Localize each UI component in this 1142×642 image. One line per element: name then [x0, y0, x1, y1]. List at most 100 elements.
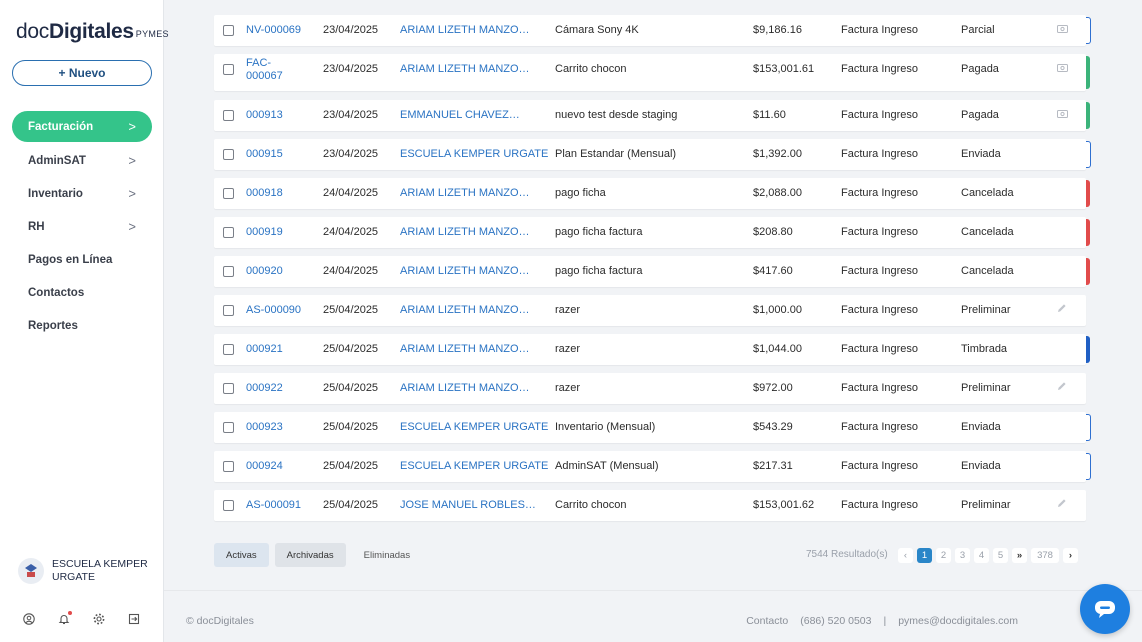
row-client-link[interactable]: ARIAM LIZETH MANZO… [400, 256, 530, 287]
row-type: Factura Ingreso [841, 24, 919, 36]
row-folio-link[interactable]: AS-000091 [246, 490, 301, 521]
row-folio-link[interactable]: NV-000069 [246, 15, 301, 46]
row-concept: pago ficha factura [555, 265, 643, 277]
row-client-link[interactable]: EMMANUEL CHAVEZ… [400, 100, 520, 131]
sidebar-item-adminsat[interactable]: AdminSAT > [12, 144, 152, 177]
pagination-prev[interactable]: ‹ [898, 548, 913, 563]
money-icon[interactable] [1057, 100, 1068, 131]
pagination-jump[interactable]: » [1012, 548, 1027, 563]
sidebar-item-reportes[interactable]: Reportes [12, 309, 152, 342]
pencil-icon[interactable] [1057, 373, 1067, 404]
row-client-link[interactable]: ESCUELA KEMPER URGATE [400, 451, 548, 482]
status-indicator-bar [1086, 336, 1090, 363]
organization-switcher[interactable]: ESCUELA KEMPER URGATE [18, 558, 152, 584]
row-client-link[interactable]: ESCUELA KEMPER URGATE [400, 412, 548, 443]
row-checkbox[interactable] [223, 383, 234, 394]
row-concept: Cámara Sony 4K [555, 24, 639, 36]
tab-activas[interactable]: Activas [214, 543, 269, 567]
row-amount: $1,392.00 [753, 148, 802, 160]
table-row[interactable]: 000923 25/04/2025 ESCUELA KEMPER URGATE Inv… [214, 412, 1091, 443]
sidebar-item-contactos[interactable]: Contactos [12, 276, 152, 309]
pagination-page-2[interactable]: 2 [936, 548, 951, 563]
invoice-list: NV-000069 23/04/2025 ARIAM LIZETH MANZO… Cá… [164, 0, 1142, 590]
sidebar-item-facturacion[interactable]: Facturación > [12, 111, 152, 142]
pagination-page-5[interactable]: 5 [993, 548, 1008, 563]
row-checkbox[interactable] [223, 110, 234, 121]
table-row[interactable]: NV-000069 23/04/2025 ARIAM LIZETH MANZO… Cá… [214, 15, 1091, 46]
row-client-link[interactable]: ARIAM LIZETH MANZO… [400, 15, 530, 46]
pagination-last-page[interactable]: 378 [1031, 548, 1059, 563]
table-row[interactable]: 000924 25/04/2025 ESCUELA KEMPER URGATE Adm… [214, 451, 1091, 482]
row-checkbox[interactable] [223, 305, 234, 316]
row-client-link[interactable]: ESCUELA KEMPER URGATE [400, 139, 548, 170]
gear-icon[interactable] [92, 612, 105, 625]
row-checkbox[interactable] [223, 64, 234, 75]
new-button[interactable]: + Nuevo [12, 60, 152, 86]
sidebar-item-inventario[interactable]: Inventario > [12, 177, 152, 210]
row-checkbox[interactable] [223, 227, 234, 238]
sidebar-item-pagos-en-linea[interactable]: Pagos en Línea [12, 243, 152, 276]
row-concept: razer [555, 304, 581, 316]
row-amount: $417.60 [753, 265, 793, 277]
status-indicator-bar [1086, 17, 1091, 44]
pagination-page-1[interactable]: 1 [917, 548, 932, 563]
row-client-link[interactable]: ARIAM LIZETH MANZO… [400, 334, 530, 365]
row-client-link[interactable]: JOSE MANUEL ROBLES… [400, 490, 536, 521]
row-folio-link[interactable]: 000919 [246, 217, 283, 248]
table-row[interactable]: FAC- 000067 23/04/2025 ARIAM LIZETH MANZO… C… [214, 54, 1090, 91]
row-checkbox[interactable] [223, 500, 234, 511]
row-checkbox[interactable] [223, 461, 234, 472]
row-folio-link[interactable]: 000913 [246, 100, 283, 131]
row-folio-link[interactable]: 000921 [246, 334, 283, 365]
row-folio-link[interactable]: 000915 [246, 139, 283, 170]
bell-icon[interactable] [57, 611, 72, 625]
table-row[interactable]: AS-000091 25/04/2025 JOSE MANUEL ROBLES… Ca… [214, 490, 1086, 521]
row-folio-link[interactable]: FAC- 000067 [246, 57, 283, 83]
logout-icon[interactable] [127, 612, 140, 625]
pagination-page-3[interactable]: 3 [955, 548, 970, 563]
footer-email[interactable]: pymes@docdigitales.com [898, 615, 1018, 627]
logo[interactable]: docDigitales PYMES [16, 20, 169, 44]
chat-button[interactable] [1080, 584, 1130, 634]
row-client-link[interactable]: ARIAM LIZETH MANZO… [400, 178, 530, 209]
tab-eliminadas[interactable]: Eliminadas [352, 543, 422, 567]
row-checkbox[interactable] [223, 149, 234, 160]
sidebar-item-rh[interactable]: RH > [12, 210, 152, 243]
table-row[interactable]: 000920 24/04/2025 ARIAM LIZETH MANZO… pago … [214, 256, 1090, 287]
row-client-link[interactable]: ARIAM LIZETH MANZO… [400, 217, 530, 248]
row-checkbox[interactable] [223, 344, 234, 355]
money-icon[interactable] [1057, 54, 1068, 85]
row-checkbox[interactable] [223, 25, 234, 36]
row-client-link[interactable]: ARIAM LIZETH MANZO… [400, 373, 530, 404]
pagination-page-4[interactable]: 4 [974, 548, 989, 563]
row-folio-link[interactable]: 000924 [246, 451, 283, 482]
pencil-icon[interactable] [1057, 490, 1067, 521]
user-circle-icon[interactable] [22, 612, 35, 625]
table-row[interactable]: 000922 25/04/2025 ARIAM LIZETH MANZO… razer… [214, 373, 1086, 404]
row-checkbox[interactable] [223, 422, 234, 433]
tab-archivadas[interactable]: Archivadas [274, 543, 346, 567]
row-folio-link[interactable]: AS-000090 [246, 295, 301, 326]
money-icon[interactable] [1057, 15, 1068, 46]
table-row[interactable]: 000921 25/04/2025 ARIAM LIZETH MANZO… razer… [214, 334, 1090, 365]
table-row[interactable]: 000915 23/04/2025 ESCUELA KEMPER URGATE Pla… [214, 139, 1091, 170]
row-concept: Carrito chocon [555, 63, 627, 75]
table-row[interactable]: AS-000090 25/04/2025 ARIAM LIZETH MANZO… ra… [214, 295, 1086, 326]
row-folio-link[interactable]: 000918 [246, 178, 283, 209]
pagination-next[interactable]: › [1063, 548, 1078, 563]
pencil-icon[interactable] [1057, 295, 1067, 326]
table-row[interactable]: 000918 24/04/2025 ARIAM LIZETH MANZO… pago … [214, 178, 1090, 209]
row-folio-link[interactable]: 000923 [246, 412, 283, 443]
row-status: Preliminar [961, 499, 1011, 511]
row-checkbox[interactable] [223, 266, 234, 277]
table-row[interactable]: 000913 23/04/2025 EMMANUEL CHAVEZ… nuevo te… [214, 100, 1090, 131]
row-client-link[interactable]: ARIAM LIZETH MANZO… [400, 295, 530, 326]
row-client-link[interactable]: ARIAM LIZETH MANZO… [400, 54, 530, 85]
table-row[interactable]: 000919 24/04/2025 ARIAM LIZETH MANZO… pago … [214, 217, 1090, 248]
footer-contact-link[interactable]: Contacto [746, 615, 788, 627]
row-folio-link[interactable]: 000922 [246, 373, 283, 404]
row-checkbox[interactable] [223, 188, 234, 199]
footer-phone[interactable]: (686) 520 0503 [800, 615, 871, 627]
row-folio-link[interactable]: 000920 [246, 256, 283, 287]
row-status: Pagada [961, 109, 999, 121]
